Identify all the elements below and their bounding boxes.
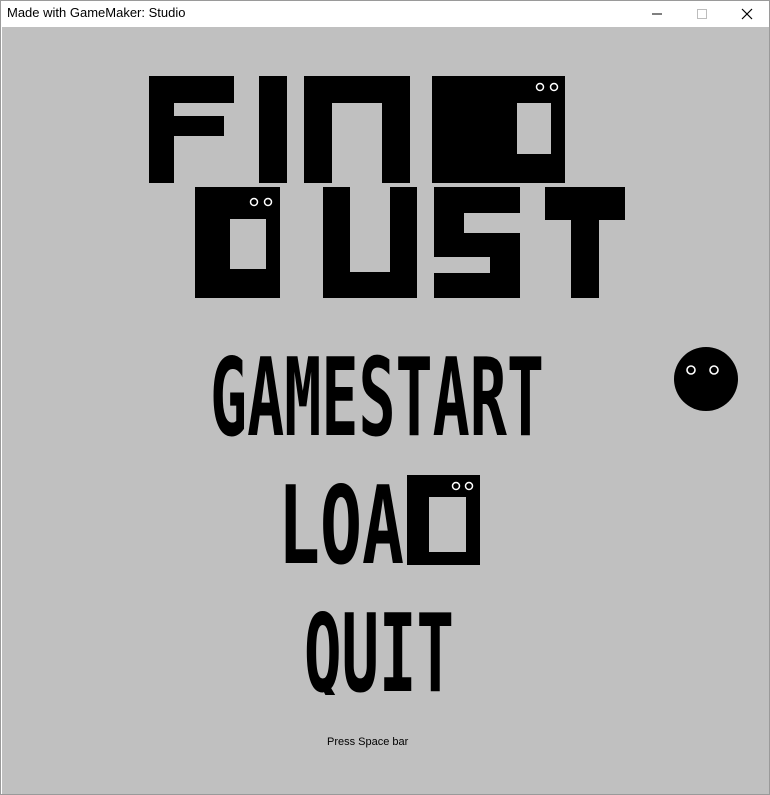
load-dust-box — [407, 475, 480, 565]
logo-find — [149, 76, 565, 183]
game-canvas[interactable]: FIND DUST GAMESTART LOA LOAD QUIT Press … — [2, 27, 769, 794]
minimize-icon — [651, 8, 663, 20]
minimize-button[interactable] — [634, 1, 679, 27]
menu-item-load[interactable]: LOA — [278, 475, 408, 567]
menu-item-quit-label: QUIT — [304, 603, 454, 695]
close-icon — [741, 8, 753, 20]
window-title: Made with GameMaker: Studio — [7, 5, 186, 20]
press-space-hint: Press Space bar — [327, 736, 409, 748]
game-window: Made with GameMaker: Studio GAMESTART LO… — [0, 0, 770, 795]
close-button[interactable] — [724, 1, 769, 27]
menu-item-gamestart-label: GAMESTART — [210, 347, 544, 439]
menu-item-quit[interactable]: QUIT — [304, 603, 460, 695]
logo-dust — [195, 187, 625, 298]
svg-text:LOA: LOA — [278, 475, 404, 567]
maximize-icon — [696, 8, 708, 20]
menu-item-gamestart[interactable]: GAMESTART — [210, 347, 550, 439]
title-bar[interactable]: Made with GameMaker: Studio — [1, 1, 769, 27]
maximize-button[interactable] — [679, 1, 724, 27]
dust-ball-icon — [674, 347, 738, 411]
